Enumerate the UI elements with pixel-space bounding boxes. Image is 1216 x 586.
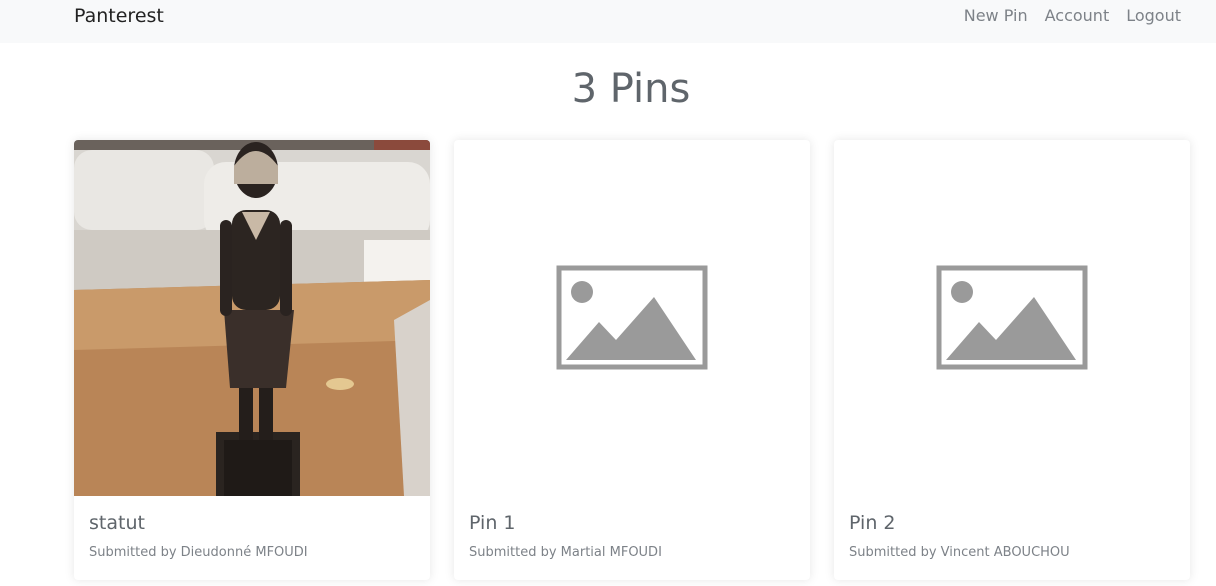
logout-link[interactable]: Logout <box>1126 6 1181 25</box>
image-placeholder-icon <box>556 265 708 370</box>
pin-card[interactable]: Pin 1 Submitted by Martial MFOUDI <box>454 140 810 580</box>
pin-title[interactable]: Pin 1 <box>469 512 516 534</box>
pin-image[interactable] <box>834 140 1190 496</box>
pin-submitted-by: Submitted by Dieudonné MFOUDI <box>89 545 308 560</box>
pin-submitted-by: Submitted by Vincent ABOUCHOU <box>849 545 1070 560</box>
navbar: Panterest New Pin Account Logout <box>0 0 1216 43</box>
pin-title[interactable]: statut <box>89 512 145 534</box>
account-link[interactable]: Account <box>1045 6 1110 25</box>
statue-photo <box>74 140 430 496</box>
pin-image[interactable] <box>74 140 430 496</box>
pin-card[interactable]: Pin 2 Submitted by Vincent ABOUCHOU <box>834 140 1190 580</box>
nav-links: New Pin Account Logout <box>964 6 1181 25</box>
page-title: 3 Pins <box>571 66 691 112</box>
pin-title[interactable]: Pin 2 <box>849 512 896 534</box>
brand-link[interactable]: Panterest <box>74 5 164 27</box>
new-pin-link[interactable]: New Pin <box>964 6 1028 25</box>
image-placeholder-icon <box>936 265 1088 370</box>
pin-image[interactable] <box>454 140 810 496</box>
pin-card[interactable]: statut Submitted by Dieudonné MFOUDI <box>74 140 430 580</box>
pin-submitted-by: Submitted by Martial MFOUDI <box>469 545 662 560</box>
